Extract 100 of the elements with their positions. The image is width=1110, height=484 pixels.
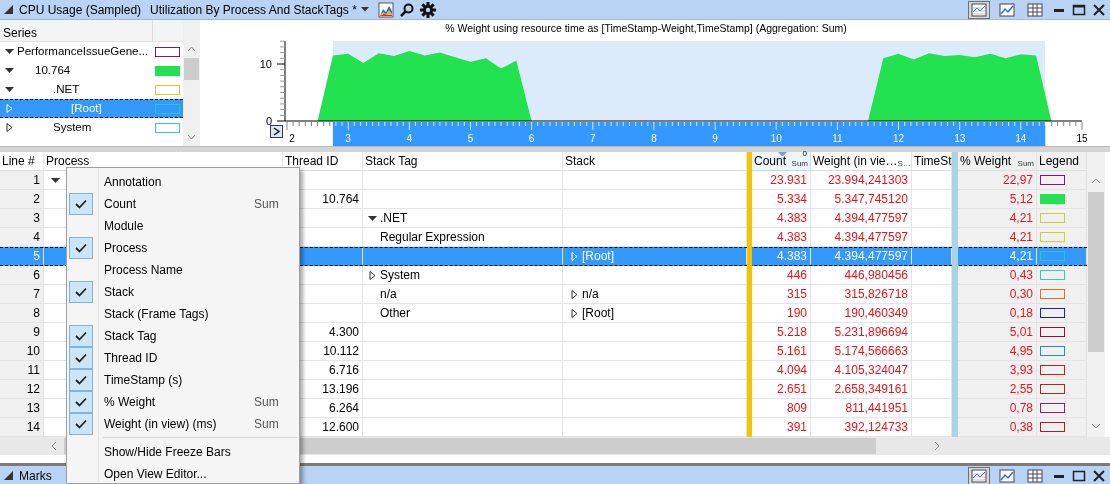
table-cell: 4 <box>0 228 44 247</box>
scrollbar-thumb[interactable] <box>1088 192 1104 352</box>
table-cell: 4.394,477597 <box>811 248 912 265</box>
table-cell: 6 <box>0 266 44 285</box>
table-cell: 5,01 <box>958 323 1037 342</box>
chart-icon[interactable] <box>377 1 394 18</box>
table-cell: System <box>380 267 420 283</box>
close-icon[interactable] <box>1092 2 1106 17</box>
table-cell: 5.231,896694 <box>811 323 912 342</box>
settings-icon[interactable] <box>419 1 436 18</box>
graph-and-table-view-icon-button[interactable] <box>968 0 990 19</box>
table-cell: [Root] <box>582 305 614 321</box>
scroll-down-icon[interactable] <box>187 134 196 140</box>
table-cell: 0,30 <box>958 285 1037 304</box>
series-item[interactable]: 10.764 <box>0 61 183 80</box>
table-cell: 8 <box>0 304 44 323</box>
collapsed-icon[interactable] <box>570 289 579 299</box>
table-view-icon-button[interactable] <box>1024 466 1046 484</box>
table-cell: 0,38 <box>958 418 1037 437</box>
menu-item[interactable]: Annotation <box>67 171 299 193</box>
expanded-icon[interactable] <box>368 213 377 223</box>
checkbox[interactable] <box>69 325 93 347</box>
column-header[interactable]: Stack <box>563 152 747 171</box>
table-cell: [Root] <box>582 248 614 264</box>
table-cell: 0,78 <box>958 399 1037 418</box>
scroll-left-icon[interactable] <box>51 441 57 451</box>
expand-icon[interactable] <box>270 125 283 138</box>
series-item[interactable]: PerformanceIssueGene... <box>0 42 183 61</box>
x-tick-label: 5 <box>467 133 474 144</box>
column-header[interactable]: Line # <box>0 152 44 171</box>
checkbox[interactable] <box>69 391 93 413</box>
graph-view-icon-button[interactable] <box>996 0 1018 19</box>
series-item[interactable]: .NET <box>0 80 183 99</box>
collapsed-icon[interactable] <box>570 308 579 318</box>
graph-and-table-view-icon-button[interactable] <box>968 466 990 484</box>
preset-dropdown[interactable]: Utilization By Process And StackTags * <box>147 0 372 19</box>
checkbox[interactable] <box>69 281 93 303</box>
close-icon[interactable] <box>1092 468 1106 483</box>
x-tick-label: 12 <box>893 133 905 144</box>
table-view-icon <box>1027 468 1043 483</box>
table-cell: 2 <box>0 190 44 209</box>
table-cell: 5 <box>0 248 44 265</box>
checkbox[interactable] <box>69 413 93 435</box>
check-icon <box>75 243 87 253</box>
scroll-up-icon[interactable] <box>1091 178 1101 184</box>
check-icon <box>75 419 87 429</box>
collapse-icon[interactable] <box>4 5 13 14</box>
maximize-icon[interactable] <box>1072 2 1086 17</box>
collapsed-icon[interactable] <box>5 123 14 132</box>
checkbox[interactable] <box>69 369 93 391</box>
check-icon <box>75 397 87 407</box>
check-icon <box>75 353 87 363</box>
checkbox[interactable] <box>69 237 93 259</box>
menu-item[interactable]: Open View Editor... <box>67 463 299 483</box>
table-view-icon <box>1027 2 1043 17</box>
column-header[interactable]: Weight (in vie…S… <box>811 152 912 171</box>
expanded-icon[interactable] <box>5 66 14 75</box>
table-cell: 14 <box>0 418 44 437</box>
scroll-down-icon[interactable] <box>1091 423 1101 429</box>
table-view-icon-button[interactable] <box>1024 0 1046 19</box>
column-header[interactable]: Legend <box>1037 152 1087 171</box>
column-header[interactable]: Thread ID <box>283 152 363 171</box>
collapse-icon[interactable] <box>4 471 13 480</box>
table-cell: 22,97 <box>958 171 1037 190</box>
table-cell: 5.174,566663 <box>811 342 912 361</box>
x-tick-label: 7 <box>590 133 596 144</box>
table-cell: Regular Expression <box>380 229 485 245</box>
expanded-icon[interactable] <box>5 85 14 94</box>
table-cell: 4,21 <box>958 228 1037 247</box>
menu-item[interactable]: Stack (Frame Tags) <box>67 303 299 325</box>
column-header[interactable]: TimeSt <box>912 152 952 171</box>
chart-title: % Weight using resource time as [TimeStamp-Weight,TimeStamp] (Aggregation: Sum) <box>445 22 847 34</box>
series-item[interactable]: System <box>0 118 183 137</box>
menu-item[interactable]: Show/Hide Freeze Bars <box>67 441 299 463</box>
table-cell: 11 <box>0 361 44 380</box>
scroll-right-icon[interactable] <box>934 441 940 451</box>
sort-order: 0 <box>802 149 807 159</box>
maximize-icon[interactable] <box>1072 468 1086 483</box>
search-icon[interactable] <box>399 2 414 17</box>
column-header[interactable]: Stack Tag <box>363 152 563 171</box>
scrollbar-thumb[interactable] <box>184 58 199 80</box>
table-cell: 23.994,241303 <box>811 171 912 190</box>
x-tick-label: 8 <box>651 133 657 144</box>
panel-title: Marks <box>19 467 52 484</box>
column-header[interactable]: % Weight Sum <box>958 152 1037 171</box>
expanded-icon[interactable] <box>5 47 14 56</box>
table-cell: 4.394,477597 <box>811 209 912 228</box>
graph-view-icon-button[interactable] <box>996 466 1018 484</box>
table-cell: n/a <box>380 286 397 302</box>
table-cell: 4.105,324047 <box>811 361 912 380</box>
checkbox[interactable] <box>69 193 93 215</box>
table-cell: 315,826718 <box>811 285 912 304</box>
table-cell: 446,980456 <box>811 266 912 285</box>
collapsed-icon[interactable] <box>368 270 377 280</box>
x-tick-label: 3 <box>345 133 351 144</box>
menu-item[interactable]: Weight (in view) (ms) Sum <box>67 413 299 435</box>
checkbox[interactable] <box>69 347 93 369</box>
table-cell: 10 <box>0 342 44 361</box>
scroll-up-icon[interactable] <box>187 46 196 52</box>
expanded-icon[interactable] <box>51 175 60 185</box>
